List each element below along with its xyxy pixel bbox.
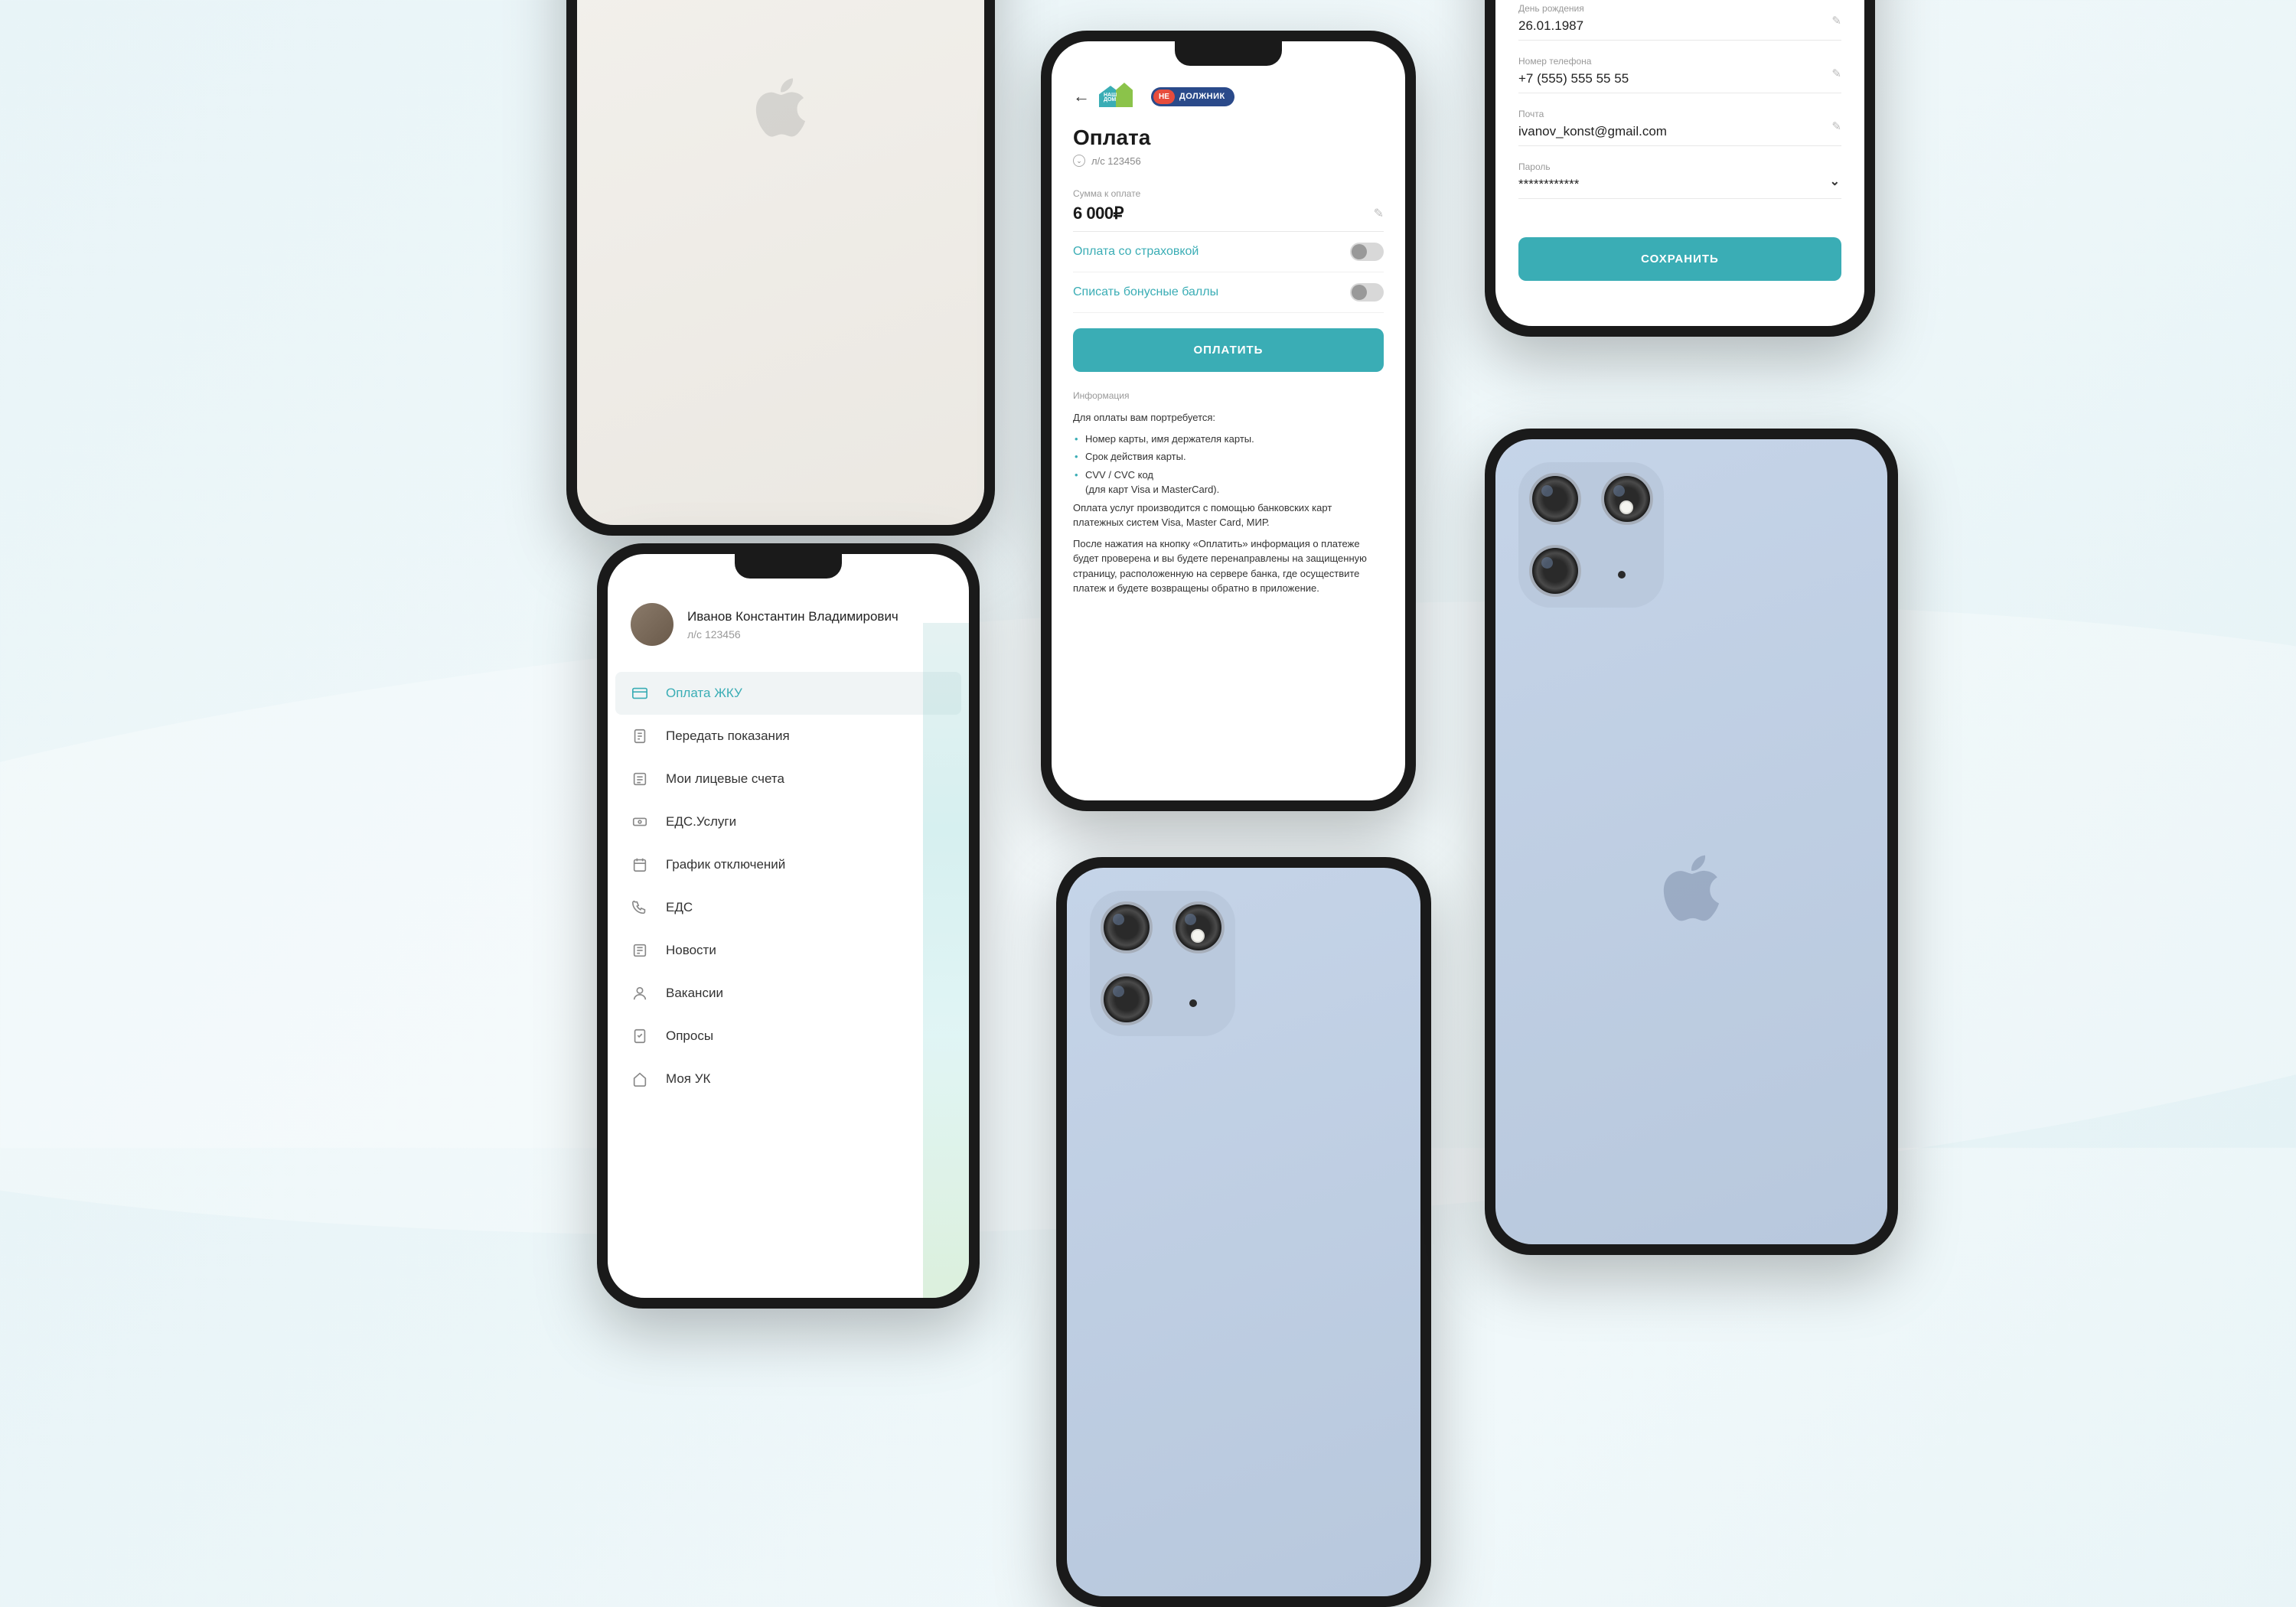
menu-label: ЕДС [666, 900, 693, 915]
debtor-badge: НЕ ДОЛЖНИК [1151, 87, 1234, 106]
edit-icon[interactable]: ✎ [1374, 206, 1384, 221]
menu-label: График отключений [666, 857, 785, 872]
apple-logo-icon [1657, 848, 1726, 928]
phone-mockup-blue-back-right [1485, 429, 1898, 1255]
menu-label: Новости [666, 943, 716, 958]
info-list: Номер карты, имя держателя карты. Срок д… [1073, 432, 1384, 497]
phone-mockup-menu: Иванов Константин Владимирович л/с 12345… [597, 543, 980, 1309]
survey-icon [631, 1027, 649, 1045]
background-preview [923, 623, 969, 1298]
phone-notch [1175, 41, 1282, 66]
menu-label: Оплата ЖКУ [666, 686, 742, 701]
menu-label: Вакансии [666, 986, 723, 1001]
birthday-field[interactable]: День рождения 26.01.1987 ✎ [1518, 3, 1841, 41]
menu-label: Мои лицевые счета [666, 771, 784, 787]
info-item: CVV / CVC код(для карт Visa и MasterCard… [1073, 468, 1384, 497]
edit-icon[interactable]: ✎ [1831, 67, 1841, 80]
menu-item-news[interactable]: Новости [608, 929, 969, 972]
phone-mockup-silver-back [566, 0, 995, 536]
info-paragraph: Оплата услуг производится с помощью банк… [1073, 500, 1384, 530]
email-field[interactable]: Почта ivanov_konst@gmail.com ✎ [1518, 109, 1841, 146]
menu-item-surveys[interactable]: Опросы [608, 1015, 969, 1058]
calendar-icon [631, 856, 649, 874]
avatar [631, 603, 673, 646]
menu-label: Опросы [666, 1028, 713, 1044]
edit-icon[interactable]: ✎ [1831, 14, 1841, 28]
insurance-toggle-label: Оплата со страховкой [1073, 245, 1199, 259]
phone-mockup-blue-back-bottom [1056, 857, 1431, 1607]
profile-account: л/с 123456 [687, 628, 899, 641]
field-label: Номер телефона [1518, 56, 1841, 67]
field-value: ************ [1518, 177, 1841, 192]
badge-text: ДОЛЖНИК [1179, 92, 1225, 101]
menu-item-services[interactable]: ЕДС.Услуги [608, 800, 969, 843]
menu-item-payment[interactable]: Оплата ЖКУ [615, 672, 961, 715]
apple-logo-icon [750, 71, 811, 144]
account-selector[interactable]: ⌄ л/с 123456 [1073, 155, 1384, 167]
profile-header[interactable]: Иванов Константин Владимирович л/с 12345… [608, 592, 969, 657]
menu-item-vacancies[interactable]: Вакансии [608, 972, 969, 1015]
badge-ne: НЕ [1153, 90, 1175, 104]
info-intro: Для оплаты вам портребуется: [1073, 410, 1384, 425]
bonus-toggle-label: Списать бонусные баллы [1073, 285, 1218, 299]
menu-item-readings[interactable]: Передать показания [608, 715, 969, 758]
menu-item-eds[interactable]: ЕДС [608, 886, 969, 929]
menu-item-my-uk[interactable]: Моя УК [608, 1058, 969, 1100]
chevron-down-icon: ⌄ [1073, 155, 1085, 167]
money-icon [631, 813, 649, 831]
menu-item-schedule[interactable]: График отключений [608, 843, 969, 886]
field-label: Пароль [1518, 161, 1841, 172]
phone-field[interactable]: Номер телефона +7 (555) 555 55 55 ✎ [1518, 56, 1841, 93]
field-value: +7 (555) 555 55 55 [1518, 71, 1841, 86]
news-icon [631, 941, 649, 960]
list-icon [631, 770, 649, 788]
phone-mockup-profile: День рождения 26.01.1987 ✎ Номер телефон… [1485, 0, 1875, 337]
phone-notch [735, 554, 842, 579]
field-value: 26.01.1987 [1518, 18, 1841, 34]
pay-button[interactable]: ОПЛАТИТЬ [1073, 328, 1384, 372]
person-icon [631, 984, 649, 1002]
field-label: День рождения [1518, 3, 1841, 14]
menu-list: Оплата ЖКУ Передать показания Мои лицевы… [608, 672, 969, 1100]
camera-module [1518, 462, 1664, 608]
camera-module [1090, 891, 1235, 1036]
page-title: Оплата [1073, 125, 1384, 150]
menu-label: ЕДС.Услуги [666, 814, 736, 830]
bonus-toggle[interactable] [1350, 283, 1384, 302]
phone-mockup-payment: ← НАШДОМ НЕ ДОЛЖНИК Оплата ⌄ л/с 123456 … [1041, 31, 1416, 811]
back-arrow-icon[interactable]: ← [1073, 86, 1090, 106]
app-logo: НАШДОМ [1099, 80, 1142, 113]
menu-item-accounts[interactable]: Мои лицевые счета [608, 758, 969, 800]
info-paragraph: После нажатия на кнопку «Оплатить» инфор… [1073, 536, 1384, 596]
info-item: Срок действия карты. [1073, 449, 1384, 464]
account-number: л/с 123456 [1091, 155, 1141, 167]
amount-label: Сумма к оплате [1073, 188, 1384, 199]
phone-icon [631, 898, 649, 917]
card-icon [631, 684, 649, 702]
info-heading: Информация [1073, 390, 1384, 401]
edit-icon[interactable]: ✎ [1831, 119, 1841, 133]
home-icon [631, 1070, 649, 1088]
password-field[interactable]: Пароль ************ ⌄ [1518, 161, 1841, 199]
amount-value: 6 000₽ [1073, 204, 1124, 223]
field-value: ivanov_konst@gmail.com [1518, 124, 1841, 139]
menu-label: Моя УК [666, 1071, 710, 1087]
document-icon [631, 727, 649, 745]
save-button[interactable]: СОХРАНИТЬ [1518, 237, 1841, 281]
menu-label: Передать показания [666, 729, 790, 744]
info-item: Номер карты, имя держателя карты. [1073, 432, 1384, 447]
chevron-down-icon[interactable]: ⌄ [1830, 174, 1840, 189]
profile-name: Иванов Константин Владимирович [687, 608, 899, 625]
insurance-toggle[interactable] [1350, 243, 1384, 261]
field-label: Почта [1518, 109, 1841, 119]
